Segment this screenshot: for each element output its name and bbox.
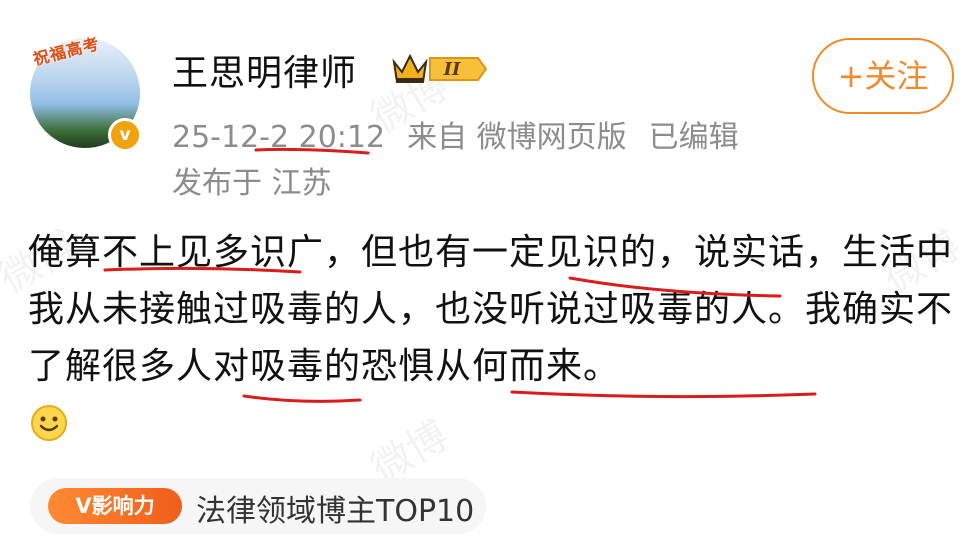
influence-badge: V影响力 xyxy=(48,488,182,524)
crown-level-icon: II xyxy=(392,53,488,83)
influence-tag[interactable]: V影响力 法律领域博主TOP10 xyxy=(30,478,486,534)
post-meta: 25-12-2 20:12 来自 微博网页版 已编辑 xyxy=(172,112,761,156)
timestamp[interactable]: 25-12-2 20:12 xyxy=(172,120,385,155)
verified-icon: v xyxy=(108,118,142,152)
follow-button[interactable]: +关注 xyxy=(812,38,954,114)
underline-buliaojie xyxy=(242,394,362,403)
influence-label: 法律领域博主TOP10 xyxy=(196,494,475,529)
post-source: 来自 微博网页版 xyxy=(407,120,627,155)
crown-level-text: II xyxy=(443,59,461,80)
avatar[interactable]: 祝福高考 v xyxy=(30,34,142,152)
smile-emoji-icon xyxy=(31,405,67,441)
post-location: 发布于 江苏 xyxy=(172,166,332,201)
post-text: 俺算不上见多识广，但也有一定见识的，说实话，生活中我从未接触过吸毒的人，也没听说… xyxy=(28,232,954,387)
username[interactable]: 王思明律师 xyxy=(172,44,357,96)
edited-label[interactable]: 已编辑 xyxy=(649,120,739,155)
